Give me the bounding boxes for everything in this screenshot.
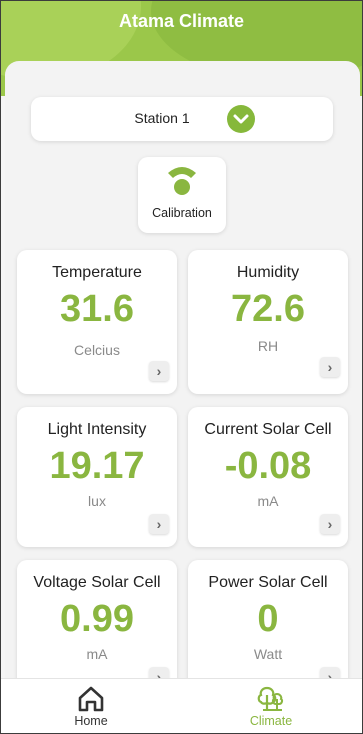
calibration-label: Calibration (152, 206, 212, 220)
card-value: 31.6 (60, 288, 134, 330)
chevron-right-icon[interactable]: › (149, 361, 169, 381)
card-title: Power Solar Cell (208, 574, 328, 591)
power-solar-cell-card[interactable]: Power Solar Cell 0 Watt › (188, 560, 348, 681)
card-value: 19.17 (49, 445, 145, 487)
wifi-signal-icon (168, 167, 196, 195)
home-icon (78, 686, 104, 712)
voltage-solar-cell-card[interactable]: Voltage Solar Cell 0.99 mA › (17, 560, 177, 681)
chevron-right-icon[interactable]: › (320, 357, 340, 377)
card-title: Voltage Solar Cell (33, 574, 161, 591)
card-value: 0 (257, 598, 279, 640)
tab-climate-label: Climate (249, 714, 293, 728)
app-title: Atama Climate (118, 11, 245, 31)
card-unit: Watt (253, 646, 283, 662)
card-unit: mA (86, 646, 108, 662)
humidity-card[interactable]: Humidity 72.6 RH › (188, 250, 348, 394)
current-solar-cell-card[interactable]: Current Solar Cell -0.08 mA › (188, 407, 348, 547)
tree-icon (257, 686, 284, 711)
card-title: Temperature (52, 264, 142, 281)
tab-home-label: Home (74, 714, 108, 728)
light-intensity-card[interactable]: Light Intensity 19.17 lux › (17, 407, 177, 547)
card-unit: mA (257, 493, 279, 509)
calibration-button[interactable]: Calibration (138, 157, 226, 233)
tab-climate[interactable]: Climate (181, 679, 361, 733)
card-title: Humidity (236, 264, 300, 281)
card-title: Current Solar Cell (204, 421, 332, 438)
card-value: -0.08 (224, 445, 312, 487)
tab-home[interactable]: Home (1, 679, 181, 733)
card-unit: Celcius (74, 342, 120, 358)
station-selector[interactable]: Station 1 (31, 97, 333, 141)
app-screen: Atama Climate Station 1 Calibration Temp… (0, 0, 363, 734)
card-unit: RH (257, 338, 279, 354)
main-panel: Station 1 Calibration Temperature 31.6 C… (5, 61, 360, 681)
card-value: 72.6 (231, 288, 305, 330)
bottom-nav: Home Climate (1, 678, 362, 733)
chevron-right-icon[interactable]: › (320, 514, 340, 534)
card-unit: lux (88, 493, 106, 509)
chevron-down-icon[interactable] (227, 105, 255, 133)
temperature-card[interactable]: Temperature 31.6 Celcius › (17, 250, 177, 394)
chevron-right-icon[interactable]: › (149, 514, 169, 534)
card-title: Light Intensity (47, 421, 147, 438)
card-value: 0.99 (60, 598, 134, 640)
